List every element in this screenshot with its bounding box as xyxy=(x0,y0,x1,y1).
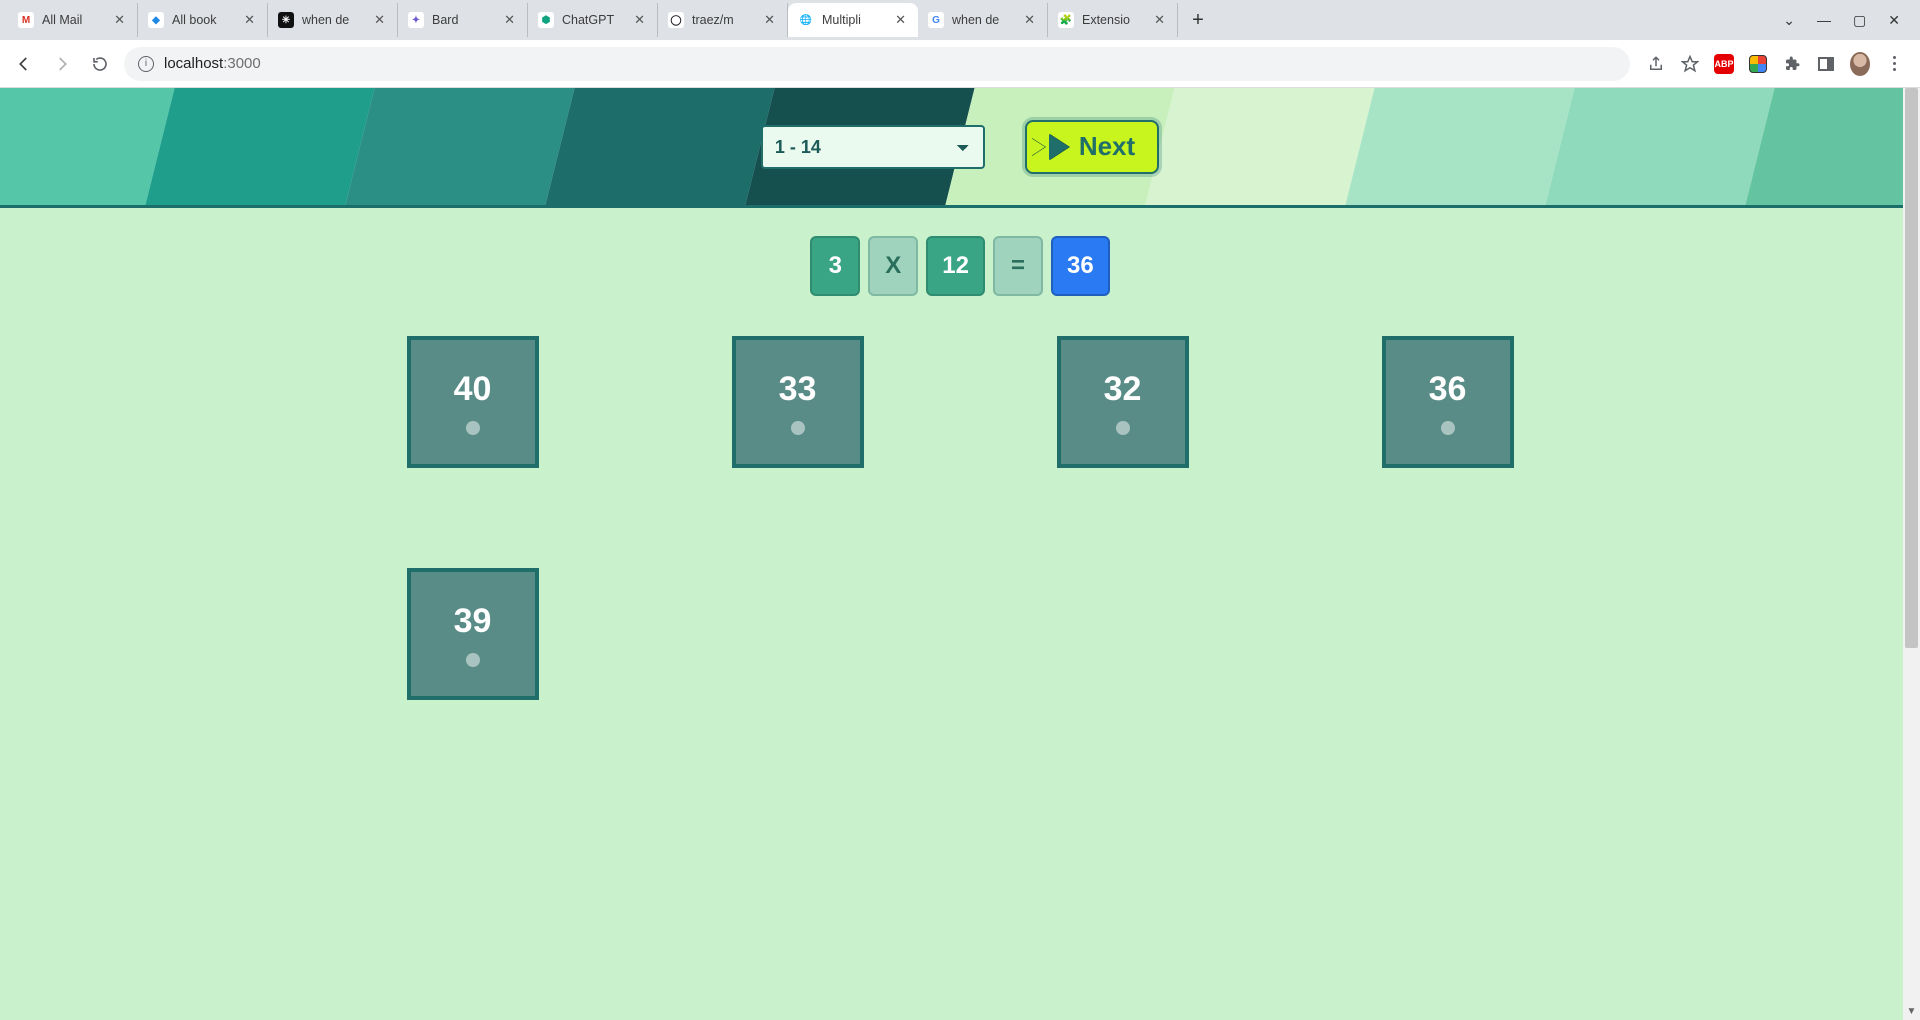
tab-favicon: ◆ xyxy=(148,12,164,28)
equation-operator: X xyxy=(868,236,918,296)
tab-close-icon[interactable]: ✕ xyxy=(632,12,647,28)
tab-favicon: ⬢ xyxy=(538,12,554,28)
answer-tile[interactable]: 36 xyxy=(1382,336,1514,468)
answers-grid: 40 33 32 36 39 xyxy=(270,336,1650,700)
vertical-scrollbar[interactable]: ▲ ▼ xyxy=(1903,88,1920,1020)
answer-value: 39 xyxy=(454,602,492,641)
tabs-dropdown-icon[interactable]: ⌄ xyxy=(1783,12,1795,29)
tab-favicon: 🧩 xyxy=(1058,12,1074,28)
answer-tile[interactable]: 40 xyxy=(407,336,539,468)
tab-favicon: M xyxy=(18,12,34,28)
browser-tab[interactable]: Gwhen de ✕ xyxy=(918,3,1048,37)
site-info-icon[interactable]: i xyxy=(138,56,154,72)
browser-tab[interactable]: 🧩 Extensio ✕ xyxy=(1048,3,1178,37)
close-window-icon[interactable]: ✕ xyxy=(1888,12,1900,29)
equation-equals: = xyxy=(993,236,1043,296)
tab-close-icon[interactable]: ✕ xyxy=(372,12,387,28)
tab-close-icon[interactable]: ✕ xyxy=(502,12,517,28)
answer-value: 36 xyxy=(1429,370,1467,409)
omnibox[interactable]: i localhost:3000 xyxy=(124,47,1630,81)
tab-close-icon[interactable]: ✕ xyxy=(1022,12,1037,28)
equation-row: 3 X 12 = 36 xyxy=(0,236,1920,296)
answer-value: 32 xyxy=(1104,370,1142,409)
tab-close-icon[interactable]: ✕ xyxy=(242,12,257,28)
url-display: localhost:3000 xyxy=(164,55,261,72)
back-button[interactable] xyxy=(10,50,38,78)
answer-dot-icon xyxy=(466,653,480,667)
forward-button[interactable] xyxy=(48,50,76,78)
scroll-thumb[interactable] xyxy=(1905,88,1918,648)
address-bar: i localhost:3000 ABP xyxy=(0,40,1920,88)
answer-dot-icon xyxy=(1441,421,1455,435)
page-viewport: 1 - 14 Next 3 X 12 = 36 40 33 32 36 39 ▲ ▼ xyxy=(0,88,1920,1020)
tab-bar: M All Mail ✕ ◆ All book ✕ ✳ when de ✕ ✦ Bard ✕ ⬢ Chat… xyxy=(0,0,1920,40)
range-select[interactable]: 1 - 14 xyxy=(761,125,985,169)
browser-chrome: M All Mail ✕ ◆ All book ✕ ✳ when de ✕ ✦ Bard ✕ ⬢ Chat… xyxy=(0,0,1920,88)
scroll-down-arrow-icon[interactable]: ▼ xyxy=(1903,1003,1920,1020)
tab-title: Extensio xyxy=(1082,13,1144,27)
answer-tile[interactable]: 32 xyxy=(1057,336,1189,468)
play-icon xyxy=(1049,134,1069,160)
tab-title: when de xyxy=(302,13,364,27)
extensions-puzzle-icon[interactable] xyxy=(1782,54,1802,74)
next-button[interactable]: Next xyxy=(1025,120,1159,174)
tab-title: All book xyxy=(172,13,234,27)
tab-title: All Mail xyxy=(42,13,104,27)
maximize-icon[interactable]: ▢ xyxy=(1853,12,1866,29)
answer-dot-icon xyxy=(1116,421,1130,435)
answer-dot-icon xyxy=(791,421,805,435)
tab-favicon: G xyxy=(928,12,944,28)
next-button-label: Next xyxy=(1079,131,1135,162)
tab-close-icon[interactable]: ✕ xyxy=(762,12,777,28)
extension-color-icon[interactable] xyxy=(1748,54,1768,74)
tab-close-icon[interactable]: ✕ xyxy=(893,12,908,28)
browser-tab[interactable]: 🌐 Multipli ✕ xyxy=(788,3,918,37)
tab-favicon: 🌐 xyxy=(798,12,814,28)
share-icon[interactable] xyxy=(1646,54,1666,74)
minimize-icon[interactable]: — xyxy=(1817,12,1831,29)
equation-answer: 36 xyxy=(1051,236,1110,296)
side-panel-icon[interactable] xyxy=(1816,54,1836,74)
equation-operand-a: 3 xyxy=(810,236,860,296)
browser-tab[interactable]: ✳ when de ✕ xyxy=(268,3,398,37)
adblock-extension-icon[interactable]: ABP xyxy=(1714,54,1734,74)
browser-tab[interactable]: ⬢ ChatGPT ✕ xyxy=(528,3,658,37)
answer-tile[interactable]: 39 xyxy=(407,568,539,700)
browser-tab[interactable]: M All Mail ✕ xyxy=(8,3,138,37)
menu-kebab-icon[interactable] xyxy=(1884,54,1904,74)
bookmark-star-icon[interactable] xyxy=(1680,54,1700,74)
tab-favicon: ✦ xyxy=(408,12,424,28)
answer-value: 33 xyxy=(779,370,817,409)
reload-button[interactable] xyxy=(86,50,114,78)
content-area: 3 X 12 = 36 40 33 32 36 39 xyxy=(0,208,1920,1020)
tab-close-icon[interactable]: ✕ xyxy=(112,12,127,28)
browser-tab[interactable]: ✦ Bard ✕ xyxy=(398,3,528,37)
answer-tile[interactable]: 33 xyxy=(732,336,864,468)
tab-title: ChatGPT xyxy=(562,13,624,27)
tab-title: Multipli xyxy=(822,13,885,27)
url-path: :3000 xyxy=(223,55,261,72)
app-header: 1 - 14 Next xyxy=(0,88,1920,208)
window-controls: ⌄ — ▢ ✕ xyxy=(1783,12,1912,29)
tab-title: traez/m xyxy=(692,13,754,27)
url-host: localhost xyxy=(164,55,223,72)
toolbar-right: ABP xyxy=(1640,54,1910,74)
tab-title: when de xyxy=(952,13,1014,27)
tab-close-icon[interactable]: ✕ xyxy=(1152,12,1167,28)
answer-value: 40 xyxy=(454,370,492,409)
tab-title: Bard xyxy=(432,13,494,27)
answer-dot-icon xyxy=(466,421,480,435)
tab-favicon: ◯ xyxy=(668,12,684,28)
browser-tab[interactable]: ◯ traez/m ✕ xyxy=(658,3,788,37)
profile-avatar[interactable] xyxy=(1850,54,1870,74)
equation-operand-b: 12 xyxy=(926,236,985,296)
browser-tab[interactable]: ◆ All book ✕ xyxy=(138,3,268,37)
new-tab-button[interactable]: + xyxy=(1184,6,1212,34)
tab-favicon: ✳ xyxy=(278,12,294,28)
